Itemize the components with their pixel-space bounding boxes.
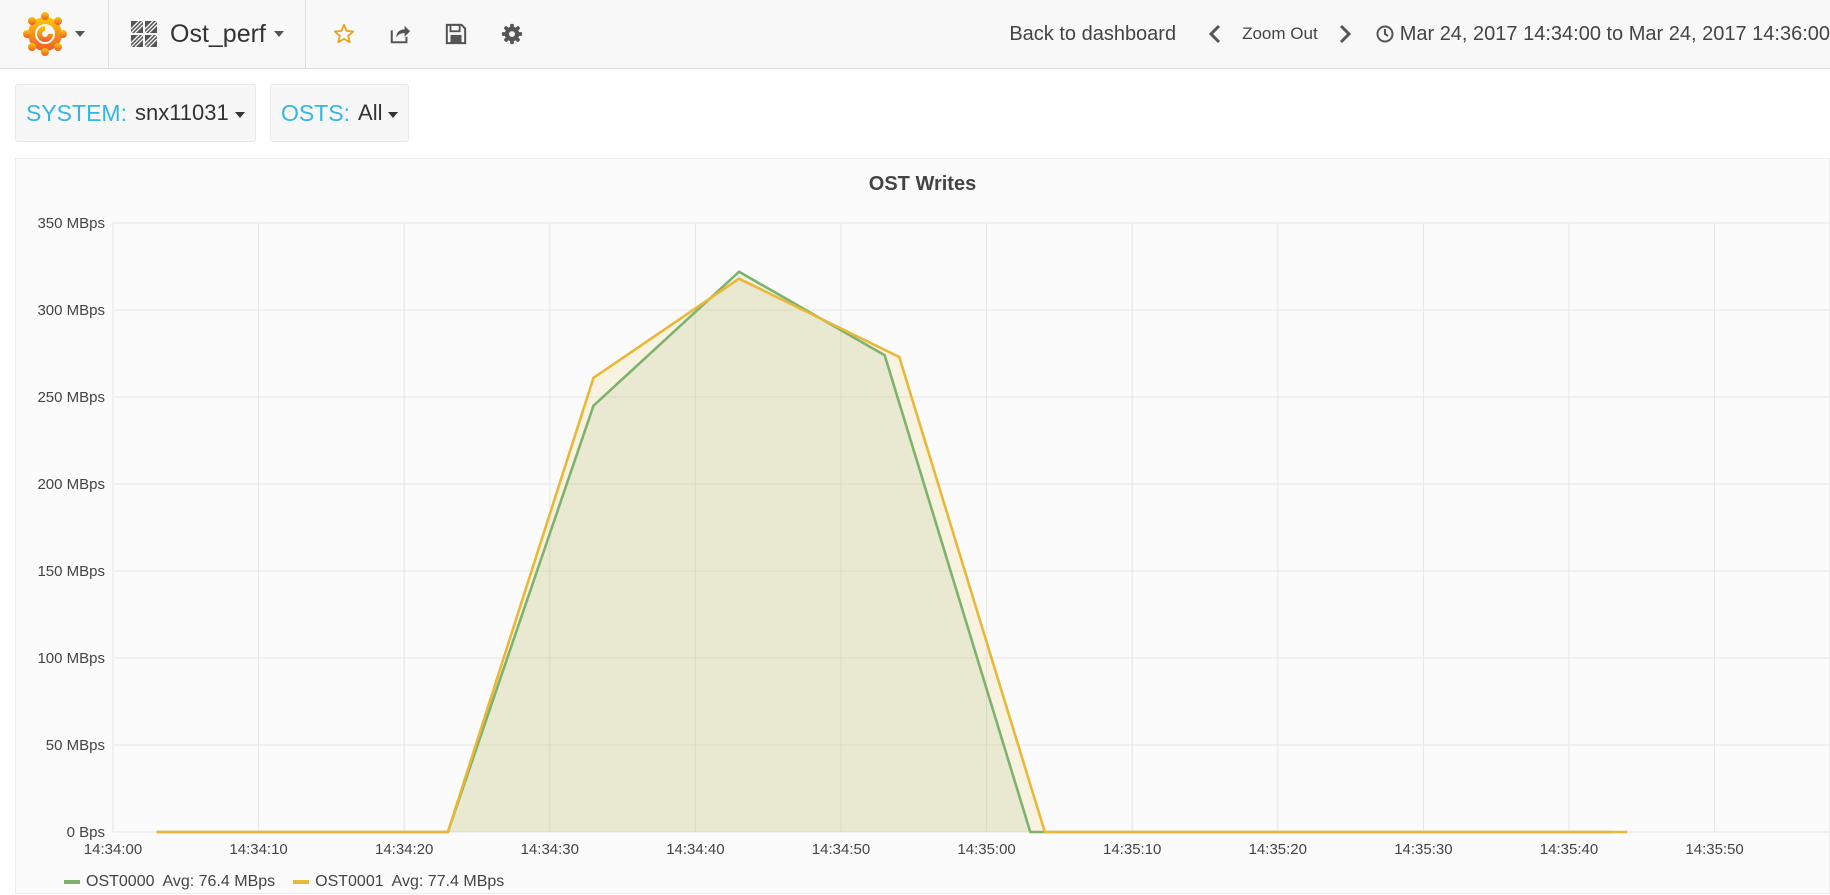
time-range-picker[interactable]: Mar 24, 2017 14:34:00 to Mar 24, 2017 14… (1376, 23, 1830, 46)
x-tick-label: 14:34:30 (521, 841, 579, 858)
osts-variable-selector[interactable]: OSTS: All (270, 84, 409, 142)
x-tick-label: 14:34:10 (229, 841, 287, 858)
zoom-out-button[interactable]: Zoom Out (1242, 24, 1318, 44)
legend-series-name: OST0001 (315, 873, 384, 890)
save-icon (445, 23, 467, 45)
x-tick-label: 14:35:10 (1103, 841, 1161, 858)
grafana-menu-button[interactable] (0, 0, 109, 68)
system-caret-icon (234, 111, 245, 118)
system-variable-value: snx11031 (134, 100, 229, 125)
osts-variable-label: OSTS: (281, 99, 351, 126)
chevron-right-icon[interactable] (1338, 24, 1352, 44)
settings-button[interactable] (484, 0, 540, 68)
clock-icon (1376, 25, 1394, 43)
legend-avg-value: Avg: 76.4 MBps (162, 873, 276, 890)
x-tick-label: 14:35:30 (1394, 841, 1452, 858)
graph-panel: OST Writes 350 MBps 300 MBps 250 MBps 200 M… (15, 158, 1830, 894)
y-tick-label: 350 MBps (37, 215, 105, 232)
y-tick-label: 150 MBps (37, 563, 105, 580)
gear-icon (501, 23, 523, 45)
y-tick-label: 50 MBps (46, 737, 105, 754)
y-tick-label: 250 MBps (37, 389, 105, 406)
x-tick-label: 14:34:00 (84, 841, 142, 858)
osts-variable-value: All (358, 100, 383, 125)
star-dashboard-button[interactable] (316, 0, 372, 68)
system-variable-label: SYSTEM: (26, 99, 127, 126)
x-tick-label: 14:34:20 (375, 841, 433, 858)
top-navbar: Ost_perf Back to dashboard Zoom Out Mar … (0, 0, 1830, 69)
dashboard-title-caret-icon (273, 31, 284, 37)
share-icon (390, 25, 411, 44)
chevron-left-icon[interactable] (1208, 24, 1222, 44)
share-dashboard-button[interactable] (372, 0, 428, 68)
x-tick-label: 14:35:40 (1540, 841, 1598, 858)
dashboard-title: Ost_perf (170, 19, 266, 48)
dashboard-toolbar (316, 0, 540, 68)
ost-writes-chart[interactable]: 350 MBps 300 MBps 250 MBps 200 MBps 150 MBps… (16, 159, 1830, 895)
legend-avg-value: Avg: 77.4 MBps (391, 873, 505, 890)
y-tick-label: 200 MBps (37, 476, 105, 493)
y-tick-label: 300 MBps (37, 302, 105, 319)
y-tick-label: 100 MBps (37, 650, 105, 667)
back-to-dashboard-link[interactable]: Back to dashboard (1009, 23, 1176, 46)
legend-swatch (64, 880, 80, 884)
legend-series-name: OST0000 (86, 873, 155, 890)
chart-legend: OST0000 Avg: 76.4 MBps OST0001 Avg: 77.4 MB… (64, 873, 504, 891)
x-tick-label: 14:34:40 (666, 841, 724, 858)
osts-caret-icon (388, 111, 399, 118)
legend-item-ost0000[interactable]: OST0000 Avg: 76.4 MBps (64, 873, 275, 891)
save-dashboard-button[interactable] (428, 0, 484, 68)
system-variable-selector[interactable]: SYSTEM: snx11031 (15, 84, 256, 142)
x-tick-label: 14:35:50 (1685, 841, 1743, 858)
x-tick-label: 14:35:20 (1249, 841, 1307, 858)
y-tick-label: 0 Bps (67, 824, 105, 841)
x-tick-label: 14:34:50 (812, 841, 870, 858)
time-range-text: Mar 24, 2017 14:34:00 to Mar 24, 2017 14… (1399, 22, 1830, 45)
grafana-logo-icon (23, 12, 67, 56)
legend-swatch (293, 880, 310, 884)
series-area-ost0001 (156, 278, 1628, 832)
time-navigation: Back to dashboard Zoom Out Mar 24, 2017 … (1009, 0, 1830, 68)
logo-caret-icon (75, 31, 85, 37)
x-tick-label: 14:35:00 (957, 841, 1015, 858)
dashboard-grid-icon (130, 20, 158, 48)
dashboard-picker[interactable]: Ost_perf (108, 0, 306, 68)
star-icon (333, 23, 355, 44)
legend-item-ost0001[interactable]: OST0001 Avg: 77.4 MBps (293, 873, 504, 891)
